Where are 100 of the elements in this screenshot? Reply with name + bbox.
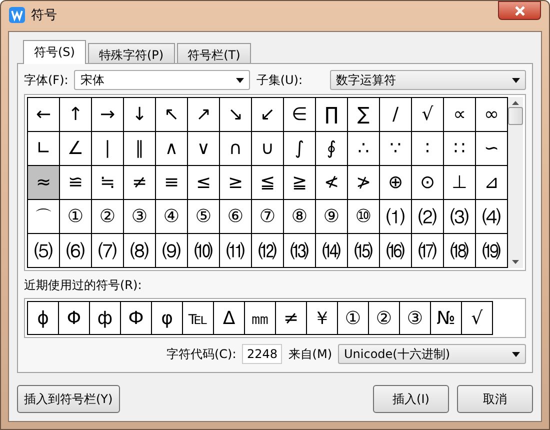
- recent-symbol-cell[interactable]: √: [461, 301, 493, 335]
- symbol-cell[interactable]: ⊥: [444, 166, 476, 200]
- symbol-cell[interactable]: ①: [60, 200, 92, 234]
- symbol-cell[interactable]: ∑: [348, 98, 380, 132]
- symbol-cell[interactable]: ≦: [252, 166, 284, 200]
- close-button[interactable]: [498, 1, 541, 20]
- symbol-cell[interactable]: ⊿: [476, 166, 508, 200]
- symbol-cell[interactable]: ∷: [444, 132, 476, 166]
- scroll-thumb[interactable]: [508, 107, 523, 125]
- scroll-up-arrow-icon[interactable]: [512, 101, 519, 105]
- scrollbar[interactable]: [508, 97, 523, 268]
- symbol-cell[interactable]: ∵: [380, 132, 412, 166]
- encoding-dropdown[interactable]: Unicode(十六进制): [338, 344, 526, 364]
- symbol-cell[interactable]: ⑤: [188, 200, 220, 234]
- dialog-button[interactable]: 取消: [457, 385, 533, 413]
- recent-symbol-cell[interactable]: Ф: [120, 301, 152, 335]
- recent-symbol-cell[interactable]: ≠: [275, 301, 307, 335]
- symbol-cell[interactable]: ⊙: [412, 166, 444, 200]
- symbol-cell[interactable]: ⑵: [412, 200, 444, 234]
- recent-symbol-cell[interactable]: ф: [89, 301, 121, 335]
- symbol-cell[interactable]: ≒: [92, 166, 124, 200]
- symbol-cell[interactable]: ≮: [316, 166, 348, 200]
- symbol-cell[interactable]: ⒆: [476, 234, 508, 268]
- symbol-cell[interactable]: ⑼: [156, 234, 188, 268]
- symbol-cell[interactable]: √: [412, 98, 444, 132]
- symbol-cell[interactable]: ∮: [316, 132, 348, 166]
- recent-symbol-cell[interactable]: ③: [399, 301, 431, 335]
- subset-dropdown[interactable]: 数字运算符: [330, 70, 526, 90]
- recent-symbol-cell[interactable]: ㎜: [244, 301, 276, 335]
- recent-symbol-cell[interactable]: ℡: [182, 301, 214, 335]
- symbol-cell[interactable]: ⑶: [444, 200, 476, 234]
- symbol-cell[interactable]: ⒁: [316, 234, 348, 268]
- recent-symbol-cell[interactable]: ɸ: [27, 301, 59, 335]
- symbol-cell[interactable]: ⑧: [284, 200, 316, 234]
- symbol-cell[interactable]: ⒄: [412, 234, 444, 268]
- symbol-cell[interactable]: ⑻: [124, 234, 156, 268]
- symbol-cell[interactable]: ②: [92, 200, 124, 234]
- symbol-cell[interactable]: ∟: [28, 132, 60, 166]
- symbol-cell[interactable]: ∝: [444, 98, 476, 132]
- symbol-cell[interactable]: ⑦: [252, 200, 284, 234]
- symbol-cell[interactable]: ≥: [220, 166, 252, 200]
- symbol-cell[interactable]: ⑽: [188, 234, 220, 268]
- symbol-cell[interactable]: ↓: [124, 98, 156, 132]
- symbol-cell[interactable]: ≌: [60, 166, 92, 200]
- symbol-cell[interactable]: ∴: [348, 132, 380, 166]
- symbol-cell[interactable]: ⊕: [380, 166, 412, 200]
- symbol-cell[interactable]: ⑺: [92, 234, 124, 268]
- symbol-cell[interactable]: ←: [28, 98, 60, 132]
- dialog-button[interactable]: 插入到符号栏(Y): [17, 385, 120, 413]
- char-code-field[interactable]: 2248: [242, 344, 282, 364]
- symbol-cell[interactable]: ∨: [188, 132, 220, 166]
- recent-symbol-cell[interactable]: ②: [368, 301, 400, 335]
- symbol-cell[interactable]: ∥: [124, 132, 156, 166]
- recent-symbol-cell[interactable]: ￥: [306, 301, 338, 335]
- symbol-cell[interactable]: ≯: [348, 166, 380, 200]
- symbol-cell[interactable]: ↘: [220, 98, 252, 132]
- tab[interactable]: 符号(S): [23, 40, 86, 64]
- symbol-cell[interactable]: ⑩: [348, 200, 380, 234]
- symbol-cell[interactable]: ≤: [188, 166, 220, 200]
- dialog-button[interactable]: 插入(I): [373, 385, 449, 413]
- symbol-cell[interactable]: ∕: [380, 98, 412, 132]
- recent-symbol-cell[interactable]: ①: [337, 301, 369, 335]
- tab[interactable]: 符号栏(T): [176, 43, 252, 63]
- symbol-cell[interactable]: ≠: [124, 166, 156, 200]
- recent-symbol-cell[interactable]: Φ: [58, 301, 90, 335]
- symbol-cell[interactable]: ≧: [284, 166, 316, 200]
- symbol-cell[interactable]: ∏: [316, 98, 348, 132]
- symbol-cell[interactable]: ⑴: [380, 200, 412, 234]
- symbol-cell[interactable]: ↙: [252, 98, 284, 132]
- symbol-cell[interactable]: ≡: [156, 166, 188, 200]
- symbol-cell[interactable]: ⒂: [348, 234, 380, 268]
- font-dropdown[interactable]: 宋体: [74, 70, 250, 90]
- symbol-cell[interactable]: ∧: [156, 132, 188, 166]
- symbol-cell[interactable]: ⑿: [252, 234, 284, 268]
- symbol-cell[interactable]: ④: [156, 200, 188, 234]
- symbol-cell[interactable]: ⒃: [380, 234, 412, 268]
- symbol-cell[interactable]: ∩: [220, 132, 252, 166]
- symbol-cell[interactable]: ⌒: [28, 200, 60, 234]
- symbol-cell[interactable]: ⑸: [28, 234, 60, 268]
- symbol-cell[interactable]: ⑥: [220, 200, 252, 234]
- scroll-down-arrow-icon[interactable]: [512, 260, 519, 264]
- symbol-cell[interactable]: ⑹: [60, 234, 92, 268]
- symbol-cell[interactable]: ⑾: [220, 234, 252, 268]
- symbol-cell[interactable]: →: [92, 98, 124, 132]
- symbol-cell[interactable]: ⑨: [316, 200, 348, 234]
- symbol-cell[interactable]: ∠: [60, 132, 92, 166]
- symbol-cell[interactable]: ≈: [28, 166, 60, 200]
- symbol-cell[interactable]: ③: [124, 200, 156, 234]
- symbol-cell[interactable]: ∈: [284, 98, 316, 132]
- symbol-cell[interactable]: ∽: [476, 132, 508, 166]
- symbol-cell[interactable]: ⒅: [444, 234, 476, 268]
- recent-symbol-cell[interactable]: Δ: [213, 301, 245, 335]
- recent-symbol-cell[interactable]: φ: [151, 301, 183, 335]
- symbol-cell[interactable]: ↗: [188, 98, 220, 132]
- symbol-cell[interactable]: ∞: [476, 98, 508, 132]
- symbol-cell[interactable]: ⒀: [284, 234, 316, 268]
- symbol-cell[interactable]: ↑: [60, 98, 92, 132]
- symbol-cell[interactable]: ⑷: [476, 200, 508, 234]
- symbol-cell[interactable]: ∪: [252, 132, 284, 166]
- symbol-cell[interactable]: ∣: [92, 132, 124, 166]
